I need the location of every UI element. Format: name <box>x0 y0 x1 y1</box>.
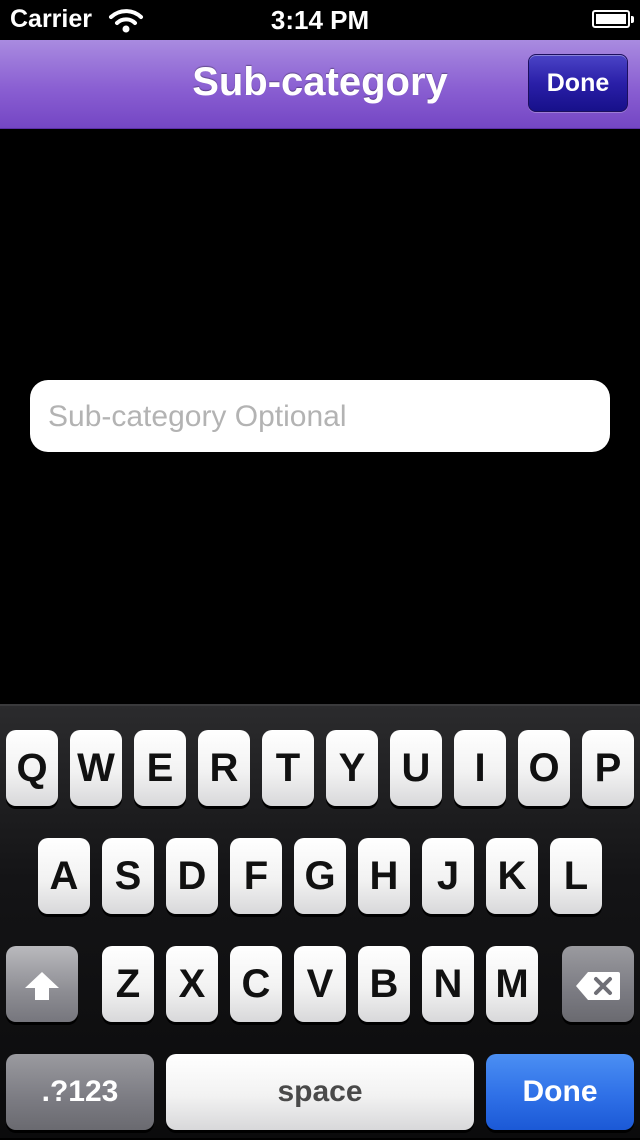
key-o[interactable]: O <box>518 730 570 806</box>
shift-icon <box>25 972 59 1001</box>
key-d[interactable]: D <box>166 838 218 914</box>
key-s[interactable]: S <box>102 838 154 914</box>
space-key[interactable]: space <box>166 1054 474 1130</box>
key-f[interactable]: F <box>230 838 282 914</box>
keyboard-row-4: .?123 space Done <box>0 1054 640 1140</box>
key-g[interactable]: G <box>294 838 346 914</box>
key-q[interactable]: Q <box>6 730 58 806</box>
delete-key[interactable] <box>562 946 634 1022</box>
status-bar: Carrier 3:14 PM <box>0 0 640 40</box>
key-x[interactable]: X <box>166 946 218 1022</box>
key-z[interactable]: Z <box>102 946 154 1022</box>
delete-icon <box>576 972 620 1001</box>
key-t[interactable]: T <box>262 730 314 806</box>
keyboard-done-button[interactable]: Done <box>486 1054 634 1130</box>
key-n[interactable]: N <box>422 946 474 1022</box>
key-h[interactable]: H <box>358 838 410 914</box>
key-c[interactable]: C <box>230 946 282 1022</box>
keyboard-row-2: A S D F G H J K L <box>0 838 640 924</box>
key-w[interactable]: W <box>70 730 122 806</box>
numbers-key[interactable]: .?123 <box>6 1054 154 1130</box>
key-e[interactable]: E <box>134 730 186 806</box>
keyboard: Q W E R T Y U I O P A S D F G H J K L Z … <box>0 704 640 1138</box>
sub-category-input[interactable] <box>46 380 600 454</box>
shift-key[interactable] <box>6 946 78 1022</box>
navigation-bar: Sub-category Done <box>0 40 640 129</box>
key-m[interactable]: M <box>486 946 538 1022</box>
status-time: 3:14 PM <box>270 5 370 35</box>
key-b[interactable]: B <box>358 946 410 1022</box>
key-k[interactable]: K <box>486 838 538 914</box>
key-l[interactable]: L <box>550 838 602 914</box>
key-y[interactable]: Y <box>326 730 378 806</box>
key-j[interactable]: J <box>422 838 474 914</box>
key-u[interactable]: U <box>390 730 442 806</box>
key-a[interactable]: A <box>38 838 90 914</box>
key-i[interactable]: I <box>454 730 506 806</box>
keyboard-row-1: Q W E R T Y U I O P <box>0 730 640 816</box>
done-button[interactable]: Done <box>528 54 628 112</box>
key-v[interactable]: V <box>294 946 346 1022</box>
key-r[interactable]: R <box>198 730 250 806</box>
keyboard-row-3: Z X C V B N M <box>0 946 640 1032</box>
sub-category-field[interactable] <box>30 380 610 454</box>
key-p[interactable]: P <box>582 730 634 806</box>
battery-icon <box>592 10 634 28</box>
